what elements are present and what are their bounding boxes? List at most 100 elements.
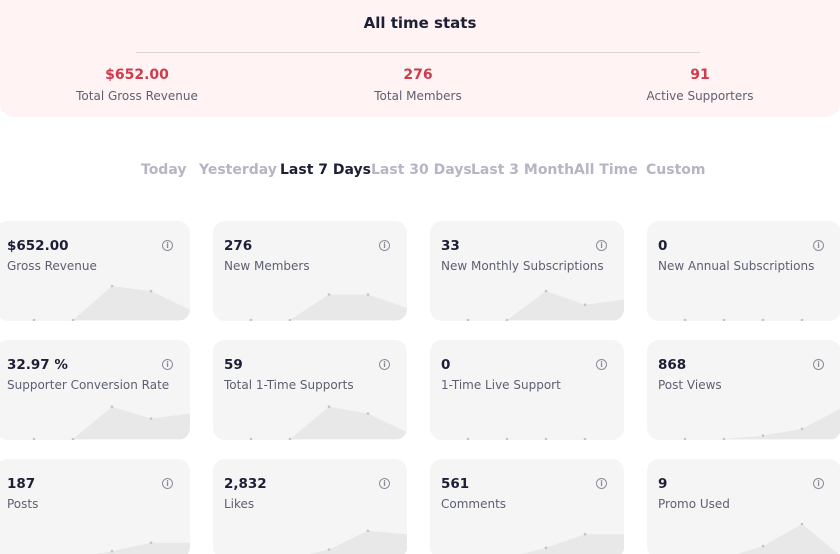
card-value: $652.00: [7, 238, 69, 254]
card-value: 187: [7, 476, 36, 492]
sparkline-area: [0, 406, 190, 439]
sparkline-point: [544, 289, 548, 293]
sparkline-chart: [683, 318, 804, 321]
sparkline-point: [544, 546, 548, 550]
sparkline-chart: [737, 522, 839, 554]
tab-custom[interactable]: Custom: [646, 160, 705, 180]
sparkline-chart: [213, 405, 407, 440]
sparkline-point: [722, 318, 726, 321]
sparkline-point: [288, 437, 292, 440]
info-icon[interactable]: i: [162, 478, 173, 489]
card-value: 59: [224, 357, 243, 373]
sparkline-chart: [430, 289, 624, 321]
stat-card-gross-revenue: $652.00 Gross Revenue i: [0, 221, 190, 321]
stat-card-new-monthly-subscriptions: 33 New Monthly Subscriptions i: [430, 221, 624, 321]
card-value: 9: [658, 476, 668, 492]
sparkline-point: [288, 318, 292, 321]
card-label: New Members: [224, 259, 310, 273]
sparkline-point: [800, 318, 804, 321]
card-value: 868: [658, 357, 687, 373]
info-icon[interactable]: i: [596, 359, 607, 370]
sparkline-chart: [522, 532, 624, 554]
sparkline-area: [308, 530, 407, 554]
info-icon[interactable]: i: [596, 478, 607, 489]
sparkline-area: [213, 406, 407, 439]
all-time-stats-panel: All time stats $652.00 Total Gross Reven…: [0, 0, 840, 117]
sparkline-point: [366, 529, 370, 533]
sparkline-chart: [0, 405, 190, 440]
sparkline-point: [149, 289, 153, 293]
info-icon[interactable]: i: [813, 359, 824, 370]
tab-all-time[interactable]: All Time: [574, 160, 638, 180]
sparkline-chart: [0, 284, 190, 321]
stat-value: $652.00: [105, 67, 169, 83]
stat-card-1-time-live-support: 0 1-Time Live Support i: [430, 340, 624, 440]
sparkline-point: [249, 318, 253, 321]
sparkline-point: [71, 437, 75, 440]
sparkline-chart: [466, 437, 587, 440]
card-label: Comments: [441, 497, 507, 511]
card-value: 276: [224, 238, 253, 254]
sparkline-chart: [647, 408, 840, 440]
stat-value: 276: [403, 67, 433, 83]
sparkline-point: [800, 522, 804, 526]
divider: [136, 52, 700, 53]
info-icon[interactable]: i: [379, 478, 390, 489]
info-icon[interactable]: i: [379, 240, 390, 251]
info-icon[interactable]: i: [813, 240, 824, 251]
stat-card-supporter-conversion-rate: 32.97 % Supporter Conversion Rate i: [0, 340, 190, 440]
sparkline-point: [683, 437, 687, 440]
card-value: 32.97 %: [7, 357, 68, 373]
card-label: 1-Time Live Support: [441, 378, 561, 392]
sparkline-chart: [213, 293, 407, 321]
sparkline-point: [800, 427, 804, 431]
sparkline-chart: [308, 529, 407, 554]
sparkline-point: [466, 437, 470, 440]
tab-today[interactable]: Today: [141, 160, 186, 180]
stat-card-total-1-time-supports: 59 Total 1-Time Supports i: [213, 340, 407, 440]
stat-total-gross-revenue: $652.00 Total Gross Revenue: [37, 65, 237, 104]
sparkline-point: [149, 417, 153, 420]
card-value: 561: [441, 476, 470, 492]
sparkline-point: [32, 437, 36, 440]
sparkline-area: [737, 524, 839, 554]
sparkline-area: [522, 534, 624, 554]
card-label: Total 1-Time Supports: [224, 378, 354, 392]
sparkline-point: [249, 437, 253, 440]
sparkline-point: [583, 532, 587, 536]
tab-yesterday[interactable]: Yesterday: [199, 160, 277, 180]
tab-last-3-month[interactable]: Last 3 Month: [471, 160, 574, 180]
card-value: 0: [658, 238, 668, 254]
sparkline-point: [583, 437, 587, 440]
sparkline-point: [366, 412, 370, 415]
sparkline-area: [213, 294, 407, 320]
sparkline-point: [761, 544, 765, 548]
card-label: Likes: [224, 497, 255, 511]
sparkline-area: [647, 408, 840, 439]
sparkline-point: [366, 293, 370, 296]
info-icon[interactable]: i: [813, 478, 824, 489]
stat-card-post-views: 868 Post Views i: [647, 340, 840, 440]
info-icon[interactable]: i: [162, 359, 173, 370]
stat-label: Total Members: [374, 89, 462, 103]
sparkline-area: [95, 542, 190, 554]
sparkline-point: [32, 318, 36, 321]
info-icon[interactable]: i: [596, 240, 607, 251]
sparkline-point: [583, 303, 587, 306]
sparkline-point: [327, 548, 331, 551]
sparkline-point: [722, 437, 726, 440]
all-time-stats-title: All time stats: [363, 14, 477, 32]
card-value: 33: [441, 238, 460, 254]
sparkline-point: [71, 318, 75, 321]
sparkline-point: [110, 549, 114, 553]
info-icon[interactable]: i: [162, 240, 173, 251]
tab-last-7-days[interactable]: Last 7 Days: [280, 160, 371, 180]
tab-last-30-days[interactable]: Last 30 Days: [371, 160, 472, 180]
info-icon[interactable]: i: [379, 359, 390, 370]
stat-card-new-members: 276 New Members i: [213, 221, 407, 321]
stat-value: 91: [690, 67, 710, 83]
stat-label: Total Gross Revenue: [76, 89, 198, 103]
card-label: Post Views: [658, 378, 722, 392]
card-value: 0: [441, 357, 451, 373]
sparkline-point: [761, 434, 765, 437]
